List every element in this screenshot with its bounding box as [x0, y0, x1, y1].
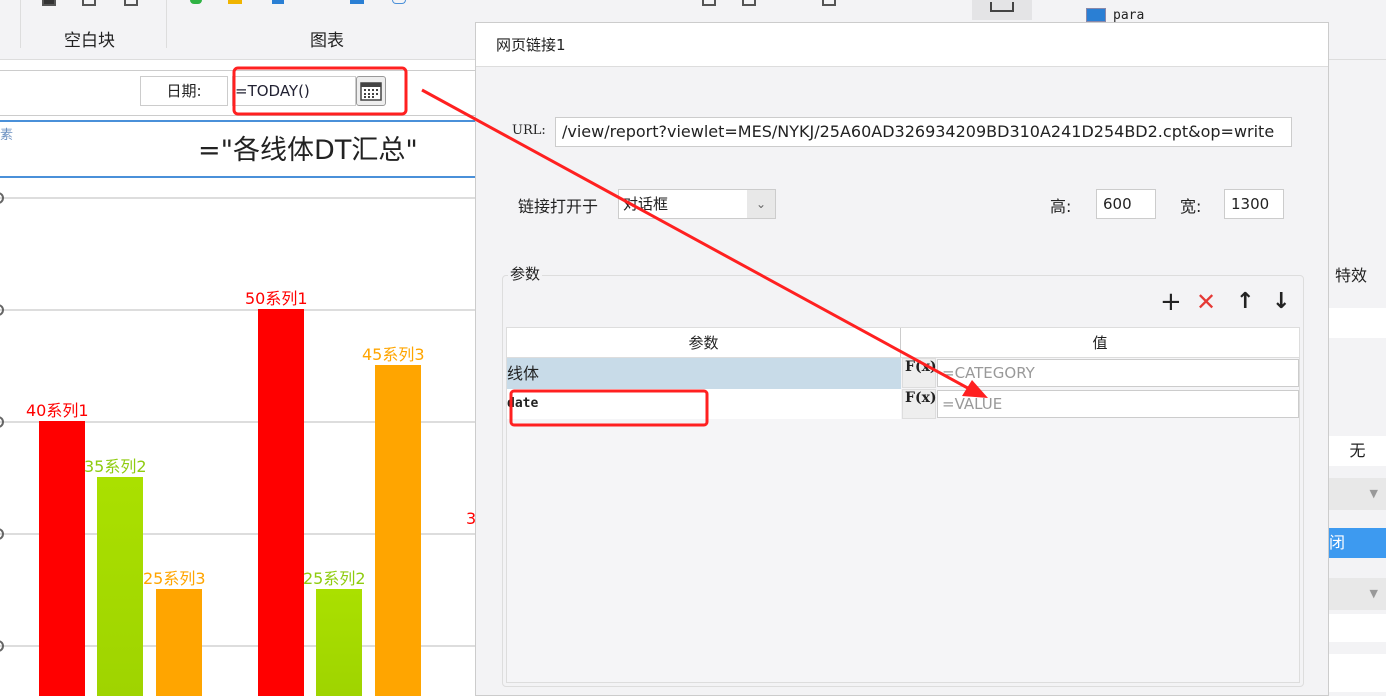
calendar-button[interactable]	[356, 76, 386, 106]
chart-type-icon[interactable]	[350, 0, 364, 4]
calendar-icon	[360, 82, 382, 101]
gridline	[0, 309, 476, 311]
widget-icon[interactable]	[42, 0, 56, 6]
blank-block-group-label: 空白块	[64, 31, 115, 51]
toolbar-separator	[20, 0, 21, 48]
y-axis-tick	[0, 640, 4, 652]
dropdown-icon[interactable]: ▼	[1329, 578, 1386, 610]
param-name-cell[interactable]: 线体	[507, 358, 901, 389]
width-label: 宽:	[1180, 197, 1202, 216]
params-group-label: 参数	[508, 263, 543, 284]
gridline	[0, 197, 476, 199]
dropdown-icon[interactable]: ▼	[1329, 478, 1386, 510]
header-value: 值	[901, 328, 1299, 358]
open-in-select[interactable]: 对话框 ⌄	[618, 189, 776, 219]
formula-button[interactable]: F(x)	[902, 389, 937, 419]
open-in-value: 对话框	[623, 195, 669, 213]
tree-node-para[interactable]: para	[1113, 8, 1144, 23]
bar-data-label: 25系列3	[143, 569, 206, 588]
toolbar-icon[interactable]	[822, 0, 836, 6]
chart-type-icon[interactable]	[392, 0, 406, 4]
dialog-title: 网页链接1	[476, 23, 1328, 67]
property-field[interactable]	[1329, 654, 1386, 692]
bar-系列2[interactable]	[316, 589, 362, 696]
none-field[interactable]: 无	[1329, 436, 1386, 466]
y-axis-tick	[0, 304, 4, 316]
move-up-icon[interactable]: ↑	[1236, 289, 1254, 315]
bar-系列1[interactable]	[39, 421, 85, 696]
chevron-down-icon: ⌄	[747, 190, 775, 218]
bar-data-label: 45系列3	[362, 345, 425, 364]
add-icon[interactable]: +	[1160, 289, 1182, 315]
bar-系列3[interactable]	[156, 589, 202, 696]
delete-icon[interactable]: ✕	[1196, 289, 1216, 315]
toolbar-icon[interactable]	[702, 0, 716, 6]
chart-type-icon[interactable]	[190, 0, 202, 4]
date-input[interactable]: =TODAY()	[232, 76, 356, 106]
bar-chart-icon[interactable]	[228, 0, 242, 4]
param-value-cell[interactable]: =CATEGORY	[937, 359, 1299, 387]
y-axis-tick	[0, 416, 4, 428]
bar-系列1[interactable]	[258, 309, 304, 696]
widget-icon[interactable]	[124, 0, 138, 6]
report-title[interactable]: ="各线体DT汇总"	[198, 128, 418, 167]
bar-系列3[interactable]	[375, 365, 421, 696]
property-panel: 特效 无 ▼ 闭 ▼	[1329, 60, 1386, 696]
y-axis-tick	[0, 528, 4, 540]
side-hint: 素	[0, 128, 14, 143]
toolbar-separator	[166, 0, 167, 48]
bar-chart[interactable]: 40系列1 35系列2 25系列3 50系列1 25系列2 45系列3 3	[0, 180, 476, 696]
bar-data-label: 25系列2	[303, 569, 366, 588]
url-input[interactable]: /view/report?viewlet=MES/NYKJ/25A60AD326…	[555, 117, 1292, 147]
chart-group-label: 图表	[310, 31, 344, 51]
move-down-icon[interactable]: ↓	[1272, 289, 1290, 315]
formula-button[interactable]: F(x)	[902, 358, 937, 388]
bar-data-label: 50系列1	[245, 289, 308, 308]
layout-icon	[990, 2, 1014, 12]
height-label: 高:	[1050, 197, 1072, 216]
header-param: 参数	[507, 328, 901, 358]
height-input[interactable]: 600	[1096, 189, 1156, 219]
param-value-cell[interactable]: =VALUE	[937, 390, 1299, 418]
bar-data-label: 40系列1	[26, 401, 89, 420]
close-option[interactable]: 闭	[1329, 528, 1386, 558]
widget-icon[interactable]	[82, 0, 96, 6]
toolbar-icon[interactable]	[742, 0, 756, 6]
params-table: 参数 值 线体 F(x) =CATEGORY date F(x) =VALUE	[506, 327, 1300, 683]
hyperlink-dialog: 网页链接1 URL: /view/report?viewlet=MES/NYKJ…	[475, 22, 1329, 696]
url-label: URL:	[512, 123, 546, 138]
property-field[interactable]	[1329, 614, 1386, 642]
parameter-node-icon	[1086, 8, 1106, 22]
param-name-cell[interactable]: date	[507, 389, 901, 419]
chart-type-icon[interactable]	[272, 0, 284, 4]
effects-tab[interactable]: 特效	[1335, 262, 1367, 286]
y-axis-tick	[0, 192, 4, 204]
property-field[interactable]	[1329, 308, 1386, 338]
bar-data-label: 35系列2	[84, 457, 147, 476]
width-input[interactable]: 1300	[1224, 189, 1284, 219]
open-in-label: 链接打开于	[518, 197, 599, 216]
date-label: 日期:	[140, 76, 228, 106]
bar-系列2[interactable]	[97, 477, 143, 696]
